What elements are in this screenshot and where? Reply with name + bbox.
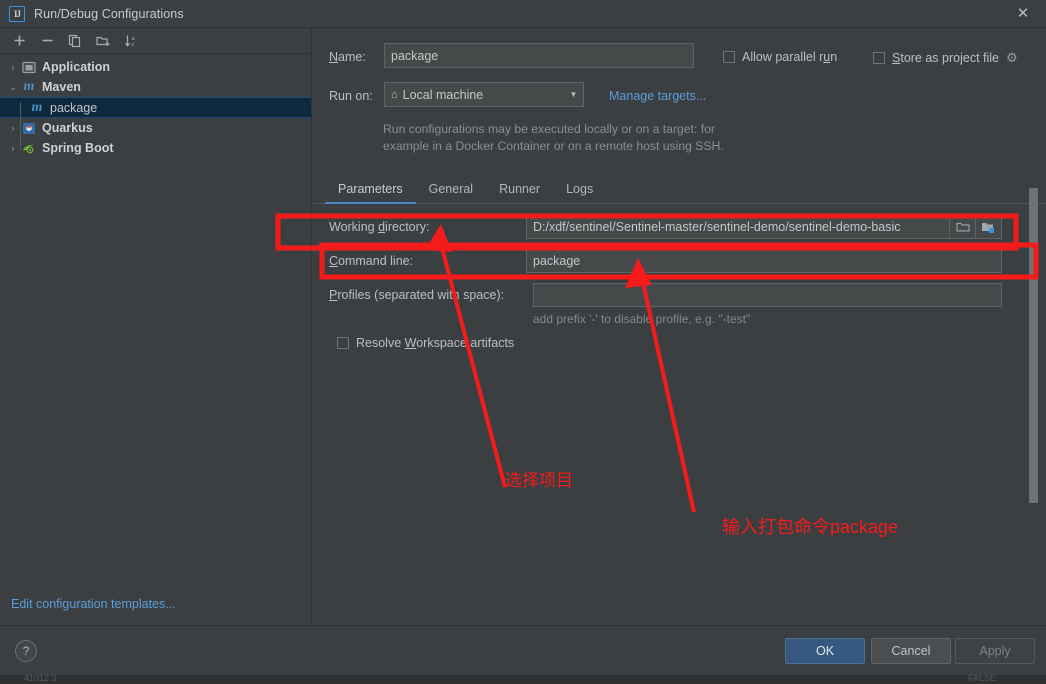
store-as-project-file-label: Store as project file bbox=[892, 51, 1000, 65]
tab-general[interactable]: General bbox=[416, 182, 486, 203]
intellij-idea-icon: IJ bbox=[9, 5, 25, 22]
allow-parallel-run-checkbox[interactable] bbox=[723, 51, 735, 63]
profiles-row: Profiles (separated with space): bbox=[313, 278, 1046, 312]
configurations-tree: › Application ⌄ m Maven m package › Quar… bbox=[0, 54, 311, 158]
sidebar-item-label: Maven bbox=[42, 80, 81, 94]
title-bar: IJ Run/Debug Configurations ✕ bbox=[0, 0, 1046, 28]
dialog-footer: ? OK Cancel Apply bbox=[0, 625, 1046, 675]
sidebar-item-label: Quarkus bbox=[42, 121, 93, 135]
scrollbar-thumb[interactable] bbox=[1029, 188, 1038, 503]
tab-runner[interactable]: Runner bbox=[486, 182, 553, 203]
close-icon[interactable]: ✕ bbox=[1000, 0, 1046, 27]
chevron-down-icon[interactable]: ⌄ bbox=[6, 82, 20, 93]
run-on-select[interactable]: ⌂ Local machine ▼ bbox=[384, 82, 584, 107]
help-button[interactable]: ? bbox=[15, 640, 37, 662]
sidebar-item-package[interactable]: m package bbox=[0, 97, 311, 118]
tab-parameters[interactable]: Parameters bbox=[325, 182, 416, 204]
maven-icon: m bbox=[23, 79, 35, 94]
resolve-workspace-artifacts-checkbox[interactable] bbox=[337, 337, 349, 349]
manage-targets-link[interactable]: Manage targets... bbox=[609, 89, 706, 103]
name-label: Name: bbox=[329, 50, 366, 64]
copy-configuration-button[interactable] bbox=[62, 29, 88, 53]
profiles-field[interactable] bbox=[533, 283, 1002, 307]
annotation-note-enter-package-command: 输入打包命令package bbox=[722, 517, 899, 537]
sidebar-item-quarkus[interactable]: › Quarkus bbox=[0, 118, 311, 138]
configuration-tabs: Parameters General Runner Logs bbox=[313, 176, 1046, 204]
module-folder-icon[interactable] bbox=[975, 216, 1001, 238]
tree-indent-guide bbox=[20, 102, 21, 150]
store-as-project-file-row[interactable]: Store as project file ⚙ bbox=[873, 50, 1018, 66]
allow-parallel-run-row[interactable]: Allow parallel run bbox=[723, 50, 837, 64]
resolve-workspace-artifacts-row[interactable]: Resolve Workspace artifacts bbox=[337, 336, 514, 350]
spring-boot-icon bbox=[20, 140, 38, 156]
maven-icon: m bbox=[31, 99, 43, 115]
target-hint-line2: example in a Docker Container or on a re… bbox=[383, 139, 724, 153]
parameters-panel: Working directory: D:/xdf/sentinel/Senti… bbox=[313, 210, 1046, 360]
name-input[interactable] bbox=[384, 43, 694, 68]
sidebar-item-label: package bbox=[50, 100, 98, 115]
annotation-note-select-project: 选择项目 bbox=[505, 471, 573, 490]
vertical-scrollbar[interactable] bbox=[1029, 180, 1038, 650]
configuration-editor-panel: Name: Allow parallel run Store as projec… bbox=[313, 28, 1046, 624]
command-line-field[interactable] bbox=[526, 249, 1002, 273]
sidebar-item-label: Application bbox=[42, 60, 111, 74]
profiles-label: Profiles (separated with space): bbox=[329, 288, 505, 302]
command-line-label: Command line: bbox=[329, 254, 414, 268]
command-line-row: Command line: bbox=[313, 244, 1046, 278]
background-right-text: FALSE bbox=[967, 673, 996, 683]
application-icon bbox=[20, 59, 38, 75]
working-directory-field[interactable] bbox=[526, 215, 1002, 239]
window-title: Run/Debug Configurations bbox=[34, 6, 184, 21]
chevron-right-icon[interactable]: › bbox=[6, 123, 20, 133]
remove-configuration-button[interactable] bbox=[34, 29, 60, 53]
allow-parallel-run-label: Allow parallel run bbox=[742, 50, 838, 64]
working-directory-row: Working directory: bbox=[313, 210, 1046, 244]
run-on-label: Run on: bbox=[329, 89, 373, 103]
cancel-button[interactable]: Cancel bbox=[871, 638, 951, 664]
store-as-project-file-checkbox[interactable] bbox=[873, 52, 885, 64]
apply-button: Apply bbox=[955, 638, 1035, 664]
sidebar-item-maven[interactable]: ⌄ m Maven bbox=[0, 77, 311, 97]
add-configuration-button[interactable] bbox=[6, 29, 32, 53]
profiles-hint: add prefix '-' to disable profile, e.g. … bbox=[533, 312, 751, 326]
sidebar-toolbar: a z bbox=[0, 28, 311, 54]
name-label-rest: ame: bbox=[338, 50, 366, 64]
profiles-input[interactable] bbox=[534, 284, 1001, 306]
chevron-right-icon[interactable]: › bbox=[6, 62, 20, 72]
target-hint: Run configurations may be executed local… bbox=[383, 121, 724, 155]
sidebar-item-label: Spring Boot bbox=[42, 141, 114, 155]
run-debug-configurations-dialog: IJ Run/Debug Configurations ✕ a z › Appl… bbox=[0, 0, 1046, 684]
quarkus-icon bbox=[20, 120, 38, 136]
run-on-value: Local machine bbox=[402, 87, 484, 102]
sidebar-item-application[interactable]: › Application bbox=[0, 57, 311, 77]
home-icon: ⌂ bbox=[391, 88, 398, 101]
sort-az-icon[interactable]: a z bbox=[118, 29, 144, 53]
background-left-text: 41012 3 bbox=[24, 673, 57, 683]
folder-add-icon[interactable] bbox=[90, 29, 116, 53]
command-line-input[interactable] bbox=[527, 250, 1001, 272]
background-ide-window: 41012 3 FALSE bbox=[0, 673, 1046, 684]
working-directory-label: Working directory: bbox=[329, 220, 430, 234]
ok-button[interactable]: OK bbox=[785, 638, 865, 664]
svg-text:z: z bbox=[131, 42, 134, 48]
chevron-right-icon[interactable]: › bbox=[6, 143, 20, 153]
resolve-workspace-artifacts-label: Resolve Workspace artifacts bbox=[356, 336, 515, 350]
working-directory-input[interactable] bbox=[527, 216, 949, 238]
folder-open-icon[interactable] bbox=[949, 216, 975, 238]
gear-icon[interactable]: ⚙ bbox=[1006, 50, 1018, 66]
tab-logs[interactable]: Logs bbox=[553, 182, 606, 203]
sidebar-item-spring-boot[interactable]: › Spring Boot bbox=[0, 138, 311, 158]
configurations-sidebar: a z › Application ⌄ m Maven m package › … bbox=[0, 28, 312, 624]
edit-configuration-templates-link[interactable]: Edit configuration templates... bbox=[11, 597, 176, 611]
target-hint-line1: Run configurations may be executed local… bbox=[383, 122, 715, 136]
chevron-down-icon[interactable]: ▼ bbox=[564, 83, 583, 106]
